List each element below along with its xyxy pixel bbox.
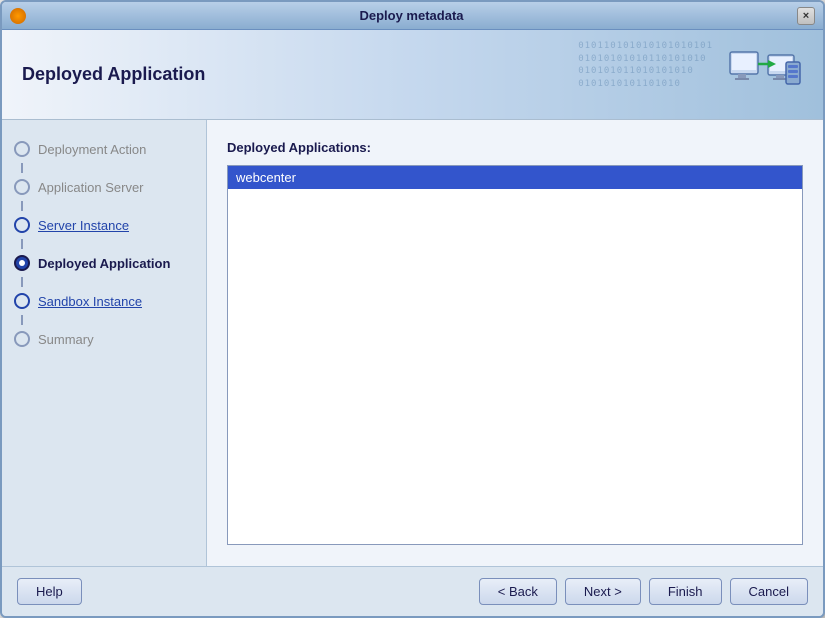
step-circle-deployment-action xyxy=(14,141,30,157)
app-list[interactable]: webcenter xyxy=(227,165,803,545)
deploy-icon xyxy=(728,47,803,102)
step-circle-deployed-application xyxy=(14,255,30,271)
sidebar-item-sandbox-instance[interactable]: Sandbox Instance xyxy=(2,287,206,315)
sidebar-item-server-instance[interactable]: Server Instance xyxy=(2,211,206,239)
back-button[interactable]: < Back xyxy=(479,578,557,605)
sidebar-item-application-server[interactable]: Application Server xyxy=(2,173,206,201)
next-button[interactable]: Next > xyxy=(565,578,641,605)
sidebar-item-deployed-application[interactable]: Deployed Application xyxy=(2,249,206,277)
sidebar-label-sandbox-instance: Sandbox Instance xyxy=(38,294,142,309)
connector-5 xyxy=(21,315,23,325)
sidebar: Deployment Action Application Server Ser… xyxy=(2,120,207,566)
help-button[interactable]: Help xyxy=(17,578,82,605)
close-button[interactable]: × xyxy=(797,7,815,25)
navigation-buttons: < Back Next > Finish Cancel xyxy=(479,578,808,605)
app-icon xyxy=(10,8,26,24)
sidebar-label-summary: Summary xyxy=(38,332,94,347)
bottom-bar: Help < Back Next > Finish Cancel xyxy=(2,566,823,616)
section-label: Deployed Applications: xyxy=(227,140,803,155)
sidebar-label-deployed-application: Deployed Application xyxy=(38,256,170,271)
sidebar-item-summary[interactable]: Summary xyxy=(2,325,206,353)
step-circle-application-server xyxy=(14,179,30,195)
connector-2 xyxy=(21,201,23,211)
content-area: Deployed Applications: webcenter xyxy=(207,120,823,566)
sidebar-item-deployment-action[interactable]: Deployment Action xyxy=(2,135,206,163)
sidebar-label-server-instance: Server Instance xyxy=(38,218,129,233)
sidebar-label-deployment-action: Deployment Action xyxy=(38,142,146,157)
sidebar-label-application-server: Application Server xyxy=(38,180,144,195)
list-item-webcenter[interactable]: webcenter xyxy=(228,166,802,189)
step-dot xyxy=(19,260,25,266)
step-circle-sandbox-instance xyxy=(14,293,30,309)
title-bar: Deploy metadata × xyxy=(2,2,823,30)
page-title: Deployed Application xyxy=(22,64,205,85)
connector-3 xyxy=(21,239,23,249)
cancel-button[interactable]: Cancel xyxy=(730,578,808,605)
deploy-metadata-window: Deploy metadata × Deployed Application 0… xyxy=(0,0,825,618)
header-area: Deployed Application 0101101010101010101… xyxy=(2,30,823,120)
connector-4 xyxy=(21,277,23,287)
finish-button[interactable]: Finish xyxy=(649,578,722,605)
step-circle-server-instance xyxy=(14,217,30,233)
connector-1 xyxy=(21,163,23,173)
window-title: Deploy metadata xyxy=(26,8,797,23)
step-circle-summary xyxy=(14,331,30,347)
main-content: Deployment Action Application Server Ser… xyxy=(2,120,823,566)
header-bg-text: 010110101010101010101 010101010101101010… xyxy=(578,40,713,90)
